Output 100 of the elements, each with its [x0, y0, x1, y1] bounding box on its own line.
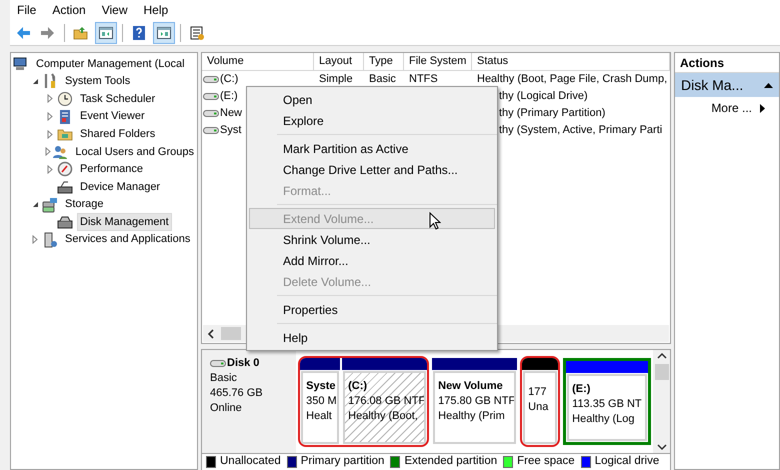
context-menu-item[interactable]: Properties	[249, 299, 495, 320]
partition-header-bar	[522, 358, 558, 370]
collapsed-arrow-icon[interactable]	[47, 94, 53, 104]
partition-title: (C:)	[348, 379, 368, 394]
clock-icon	[57, 90, 73, 107]
legend-label: Free space	[517, 454, 575, 470]
partition-header-bar	[300, 358, 340, 370]
scroll-down-icon[interactable]	[656, 443, 667, 451]
scroll-thumb[interactable]	[654, 364, 669, 380]
toolbar-button[interactable]	[153, 22, 175, 44]
partition-title: New Volume	[438, 379, 504, 394]
partition-size: 113.35 GB NT	[572, 397, 643, 412]
help-icon	[131, 24, 147, 40]
table-cell-text: Syst	[220, 123, 242, 138]
table-cell-text: Simple	[318, 72, 354, 88]
table-cell-text: NTFS	[408, 72, 439, 88]
column-header[interactable]: File System	[404, 53, 472, 71]
expanded-arrow-icon[interactable]	[32, 78, 38, 85]
forward-arrow-icon	[40, 24, 56, 40]
partition-status: Healt	[306, 409, 333, 424]
device-icon	[57, 178, 73, 195]
action-section-header[interactable]: Disk Ma...	[675, 73, 779, 97]
scroll-up-icon[interactable]	[656, 352, 667, 360]
mouse-pointer-icon	[429, 212, 441, 230]
collapsed-arrow-icon[interactable]	[47, 112, 53, 122]
computer-icon	[13, 56, 29, 72]
disk-icon	[57, 214, 73, 230]
column-header[interactable]: Layout	[314, 53, 364, 71]
back-arrow-icon	[15, 24, 31, 40]
storage-icon	[42, 196, 58, 213]
table-cell-text: (E:)	[220, 89, 238, 104]
disk-name: Disk 0	[227, 356, 260, 372]
disk-drive-icon	[210, 359, 226, 368]
tree-item[interactable]: Computer Management (Local	[33, 54, 188, 74]
scroll-left-icon[interactable]	[207, 328, 215, 339]
table-cell-text: thy (Primary Partition)	[498, 106, 606, 122]
table-cell-text: New	[220, 106, 242, 122]
tree-item[interactable]: Event Viewer	[77, 107, 148, 126]
tree-item[interactable]: Services and Applications	[62, 230, 194, 249]
table-cell-text: (C:)	[220, 72, 238, 88]
tree-item[interactable]: Task Scheduler	[77, 90, 158, 108]
context-menu-item[interactable]: Mark Partition as Active	[249, 138, 495, 159]
partition-title: Syste	[306, 379, 336, 394]
context-menu-item[interactable]: Shrink Volume...	[249, 229, 495, 250]
tree-item[interactable]: Shared Folders	[77, 124, 158, 144]
gauge-icon	[57, 161, 73, 178]
context-menu-item[interactable]: Open	[249, 89, 495, 110]
partition-status: Healthy (Log	[572, 412, 636, 428]
disk-type: Basic	[210, 371, 238, 386]
tree-item[interactable]: Device Manager	[77, 178, 164, 196]
disk-status: Online	[210, 401, 243, 416]
legend-label: Primary partition	[300, 454, 384, 470]
properties-icon	[189, 24, 205, 40]
context-menu-item[interactable]: Help	[249, 327, 495, 348]
column-header[interactable]: Type	[364, 53, 404, 71]
tree-item[interactable]: System Tools	[62, 72, 134, 91]
tree-item[interactable]: Local Users and Groups	[72, 142, 197, 162]
collapsed-arrow-icon[interactable]	[47, 164, 53, 174]
menu-item[interactable]: Help	[136, 0, 176, 20]
partition-status: Healthy (Prim	[438, 409, 506, 424]
collapsed-arrow-icon[interactable]	[32, 235, 38, 244]
legend-label: Logical drive	[594, 454, 660, 470]
tree-item[interactable]: Disk Management	[77, 212, 172, 232]
context-menu-item[interactable]: Change Drive Letter and Paths...	[249, 159, 495, 180]
drive-icon	[203, 92, 219, 101]
context-menu-item[interactable]: Explore	[249, 110, 495, 131]
menu-item[interactable]: View	[94, 0, 134, 20]
panel-layout-icon	[156, 24, 172, 40]
tools-icon	[42, 73, 58, 90]
services-icon	[42, 232, 58, 248]
legend-label: Extended partition	[404, 454, 498, 470]
toolbar-button[interactable]	[95, 22, 117, 44]
tree-item[interactable]: Storage	[62, 195, 107, 214]
users-icon	[52, 144, 68, 160]
menu-item[interactable]: Action	[45, 0, 93, 20]
panel-layout-icon	[98, 24, 114, 40]
partition-title: (E:)	[572, 382, 592, 398]
collapsed-arrow-icon[interactable]	[47, 130, 53, 139]
table-cell-text: Healthy (Boot, Page File, Crash Dump,	[476, 72, 668, 88]
table-cell-text: thy (Logical Drive)	[498, 89, 589, 104]
partition-block[interactable]: (E:) 113.35 GB NT Healthy (Log	[563, 358, 652, 445]
context-menu-item[interactable]: Add Mirror...	[249, 250, 495, 271]
vertical-scrollbar[interactable]	[653, 350, 670, 453]
log-icon	[57, 108, 73, 125]
table-cell-text: thy (System, Active, Primary Parti	[498, 123, 664, 138]
column-header[interactable]: Status	[472, 53, 670, 71]
expanded-arrow-icon[interactable]	[32, 201, 38, 208]
scroll-thumb[interactable]	[221, 327, 241, 340]
column-header[interactable]: Volume	[202, 53, 314, 71]
partition-size: 177	[528, 385, 548, 400]
partition-size: 350 M	[306, 394, 338, 410]
drive-icon	[203, 109, 219, 118]
menu-item[interactable]: File	[10, 0, 44, 20]
collapsed-arrow-icon[interactable]	[44, 147, 51, 156]
disk-size: 465.76 GB	[210, 386, 264, 402]
partition-status: Healthy (Boot,	[348, 409, 419, 424]
partition-status: Una	[528, 400, 550, 416]
tree-item[interactable]: Performance	[77, 160, 146, 179]
table-cell-text: Basic	[368, 72, 397, 88]
more-actions-link[interactable]: More ...	[675, 97, 779, 119]
